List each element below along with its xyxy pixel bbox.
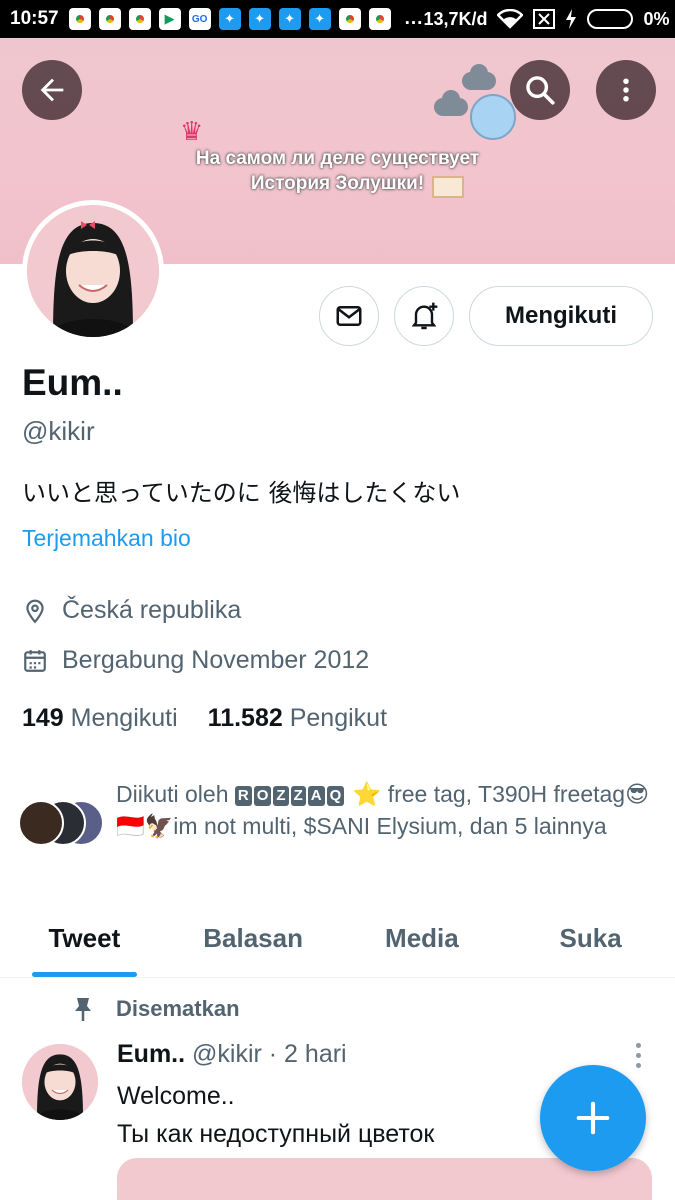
back-button[interactable] bbox=[22, 60, 82, 120]
play-store-icon: ▶ bbox=[158, 8, 181, 30]
battery-icon bbox=[587, 9, 634, 29]
bell-plus-icon bbox=[411, 302, 438, 330]
joined-text: Bergabung November 2012 bbox=[62, 646, 370, 674]
sim-off-icon bbox=[533, 9, 556, 29]
wifi-icon bbox=[497, 9, 524, 29]
network-speed: 13,7K/d bbox=[423, 8, 488, 29]
tweet-text: Welcome.. Ты как недоступный цветок bbox=[117, 1077, 434, 1153]
profile-handle: @kikir bbox=[22, 416, 95, 446]
status-bar: 10:57 ▶ GO ✦ ✦ ✦ ✦ ... 13,7K/d 0% bbox=[0, 0, 675, 38]
notifications-button[interactable] bbox=[394, 286, 454, 346]
compose-tweet-button[interactable] bbox=[540, 1065, 646, 1171]
tab-tweet[interactable]: Tweet bbox=[0, 900, 169, 977]
tweet-more-button[interactable] bbox=[626, 1040, 650, 1070]
twitter-icon: ✦ bbox=[308, 8, 331, 30]
followed-by-text: Diikuti oleh ROZZAQ ⭐ free tag, T390H fr… bbox=[116, 778, 661, 842]
mascot-sticker bbox=[470, 94, 516, 140]
more-notifications: ... bbox=[404, 8, 424, 29]
mail-icon bbox=[336, 306, 362, 326]
location-row: Česká republika bbox=[22, 596, 241, 625]
joined-row: Bergabung November 2012 bbox=[22, 646, 369, 675]
followers-count[interactable]: 11.582 Pengikut bbox=[208, 704, 387, 733]
tweet-author-avatar[interactable] bbox=[22, 1044, 98, 1120]
tweet-line-2: Ты как недоступный цветок bbox=[117, 1120, 435, 1148]
go-icon: GO bbox=[188, 8, 211, 30]
chrome-icon bbox=[338, 8, 361, 30]
followers-value: 11.582 bbox=[207, 704, 283, 732]
followed-by-part2: im not multi, $SANI Elysium, dan 5 lainn… bbox=[173, 813, 607, 839]
follower-avatar bbox=[18, 800, 64, 846]
crown-icon: ♛ bbox=[180, 116, 204, 146]
pinned-label: Disematkan bbox=[116, 996, 240, 1021]
chrome-icon bbox=[128, 8, 151, 30]
profile-tabs: Tweet Balasan Media Suka bbox=[0, 900, 675, 978]
search-icon bbox=[526, 76, 555, 105]
location-pin-icon bbox=[26, 599, 44, 623]
following-button[interactable]: Mengikuti bbox=[469, 286, 653, 346]
banner-line-2: История Золушки! bbox=[250, 173, 425, 194]
following-label: Mengikuti bbox=[70, 704, 178, 732]
twitter-icon: ✦ bbox=[248, 8, 271, 30]
status-time: 10:57 bbox=[10, 8, 59, 29]
chrome-icon bbox=[68, 8, 91, 30]
followers-label: Pengikut bbox=[289, 704, 388, 732]
tweet-meta: @kikir · 2 hari bbox=[192, 1040, 347, 1068]
tab-suka[interactable]: Suka bbox=[506, 900, 675, 977]
translate-bio-link[interactable]: Terjemahkan bio bbox=[22, 525, 191, 552]
followed-by-part1: free tag, T390H freetag bbox=[387, 781, 626, 807]
location-text: Česká republika bbox=[62, 596, 242, 624]
charging-icon bbox=[566, 9, 577, 29]
notification-icons: ▶ GO ✦ ✦ ✦ ✦ ... bbox=[68, 8, 424, 30]
cloud-icon bbox=[434, 90, 468, 116]
pin-icon bbox=[75, 998, 91, 1021]
tweet-header: Eum.. @kikir · 2 hari bbox=[117, 1040, 347, 1069]
profile-bio: いいと思っていたのに 後悔はしたくない bbox=[22, 479, 461, 507]
tweet-line-1: Welcome.. bbox=[117, 1082, 235, 1110]
following-value: 149 bbox=[22, 704, 64, 732]
star-emoji: ⭐ bbox=[352, 781, 382, 807]
followed-by-prefix: Diikuti oleh bbox=[116, 781, 229, 807]
pinned-indicator: Disematkan bbox=[72, 996, 240, 1022]
following-count[interactable]: 149 Mengikuti bbox=[22, 704, 178, 733]
rozzaq-name: ROZZAQ bbox=[234, 781, 346, 807]
banner-line-1: На самом ли деле существует bbox=[195, 148, 480, 169]
avatar-illustration bbox=[27, 205, 159, 337]
message-button[interactable] bbox=[319, 286, 379, 346]
cloud-icon bbox=[462, 64, 496, 90]
more-options-button[interactable] bbox=[596, 60, 656, 120]
tab-balasan[interactable]: Balasan bbox=[169, 900, 338, 977]
search-button[interactable] bbox=[510, 60, 570, 120]
avatar-image bbox=[27, 205, 159, 337]
more-vertical-icon bbox=[623, 78, 629, 102]
avatar-illustration bbox=[22, 1044, 98, 1120]
twitter-icon: ✦ bbox=[218, 8, 241, 30]
arrow-left-icon bbox=[40, 78, 64, 102]
battery-level: 0% bbox=[643, 8, 670, 29]
profile-name: Eum.. bbox=[22, 362, 123, 403]
chrome-icon bbox=[98, 8, 121, 30]
profile-avatar[interactable] bbox=[22, 200, 164, 342]
calendar-icon bbox=[24, 649, 46, 672]
tab-media[interactable]: Media bbox=[338, 900, 507, 977]
chrome-icon bbox=[368, 8, 391, 30]
follow-counts: 149 Mengikuti 11.582 Pengikut bbox=[22, 704, 387, 733]
plus-icon bbox=[576, 1101, 610, 1135]
tweet-author-name[interactable]: Eum.. bbox=[117, 1040, 185, 1068]
twitter-icon: ✦ bbox=[278, 8, 301, 30]
banner-text: На самом ли деле существует История Золу… bbox=[0, 146, 675, 196]
